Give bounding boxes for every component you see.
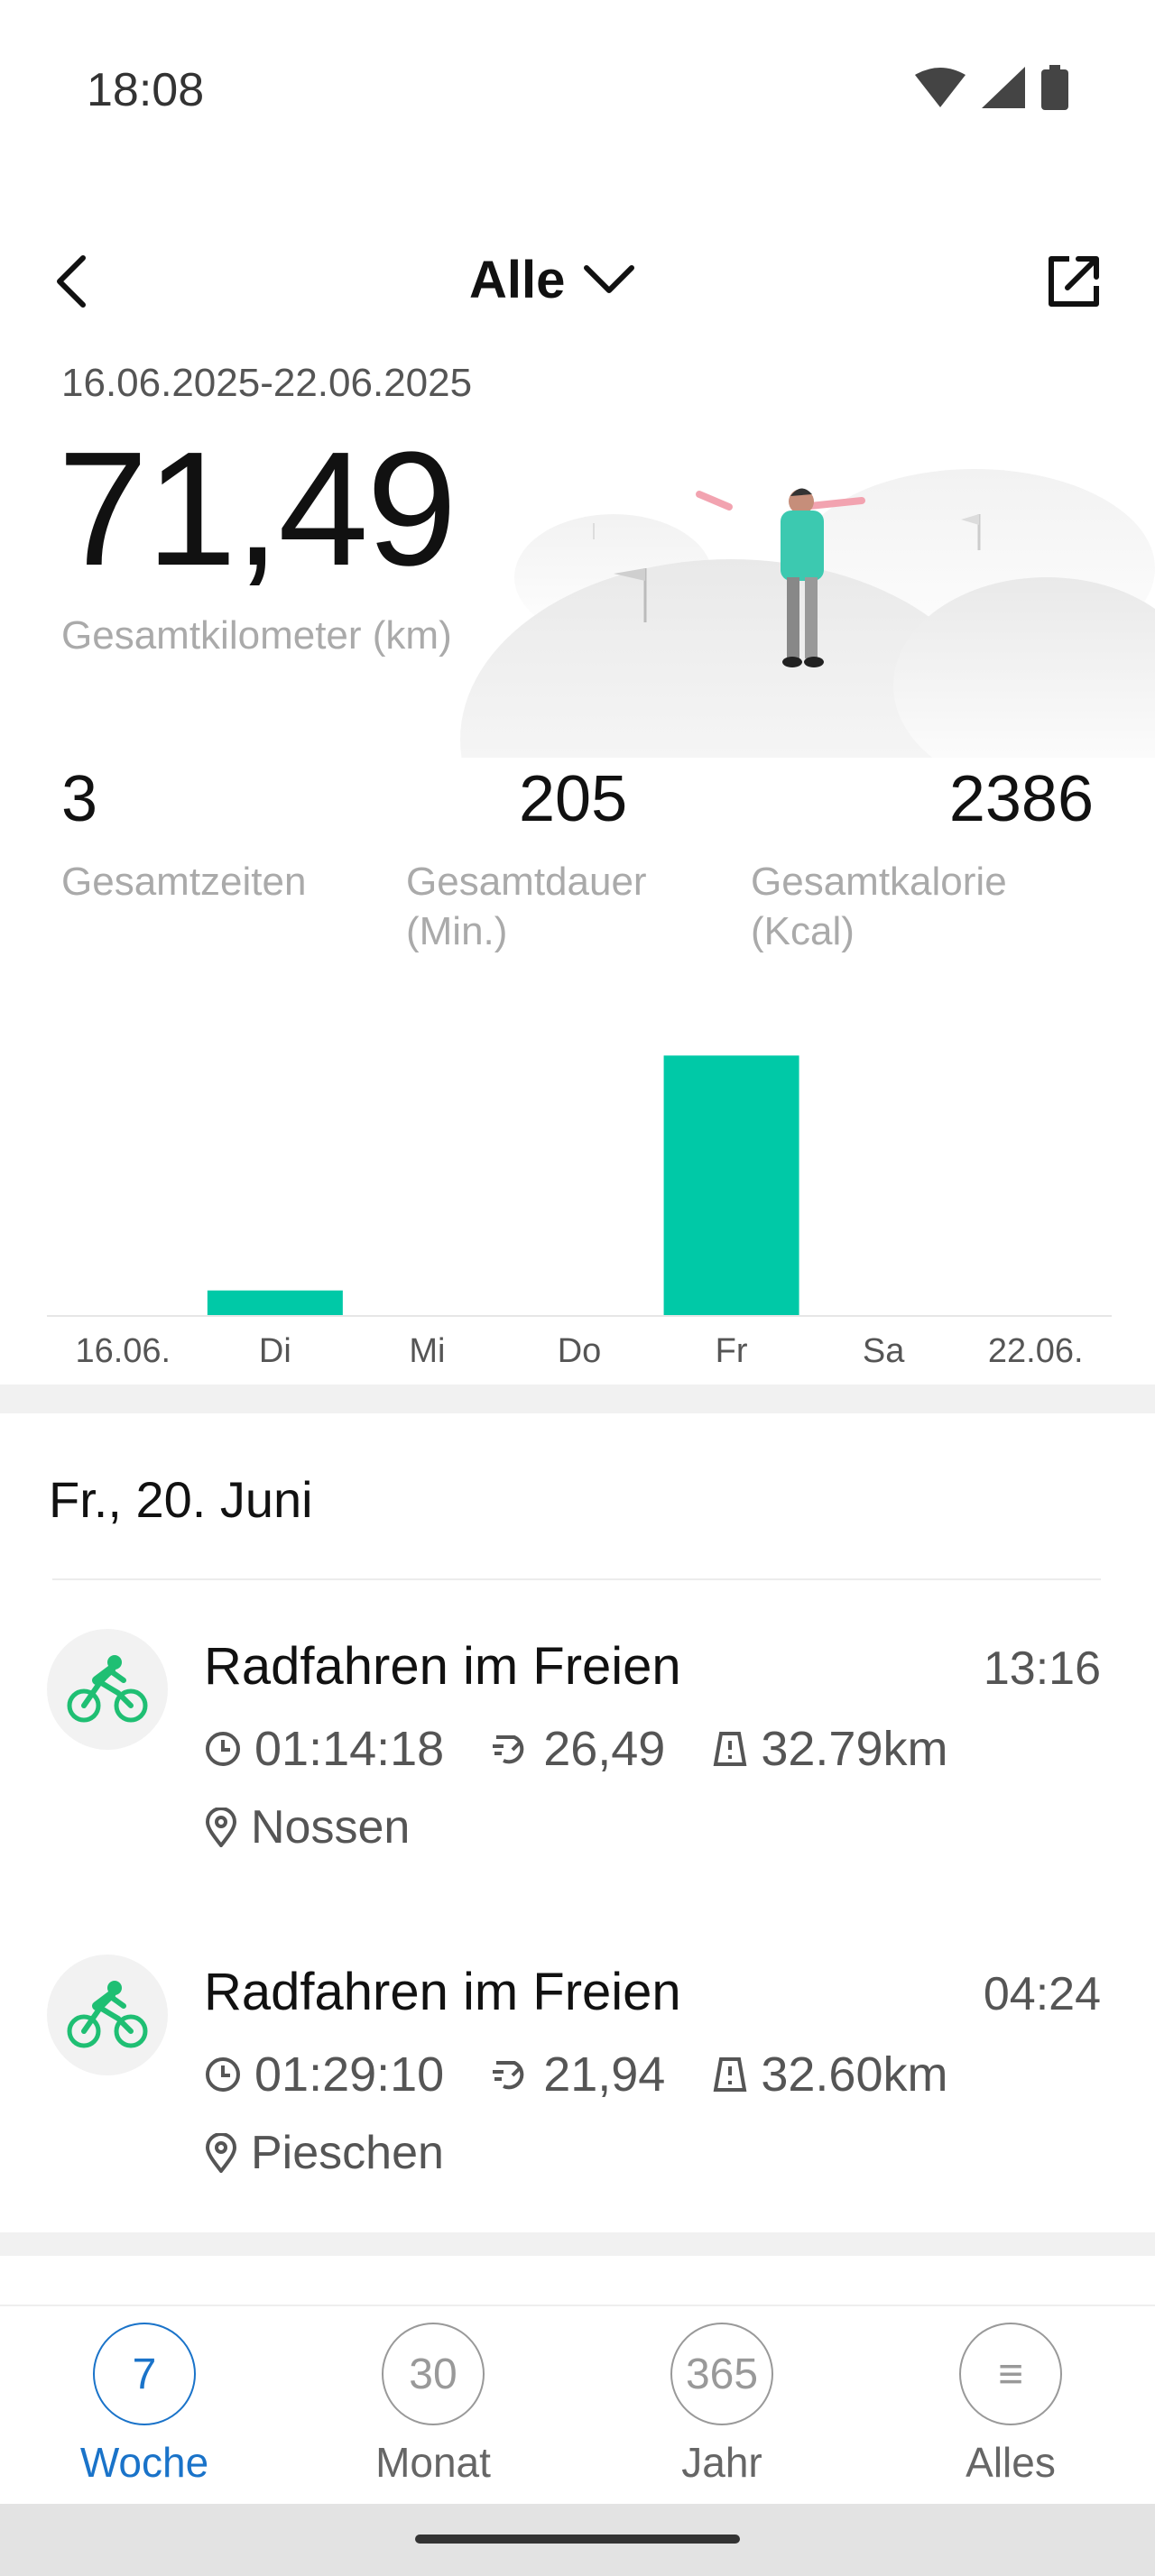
clock-icon: [206, 1732, 240, 1766]
activity-title: Radfahren im Freien: [204, 1963, 681, 2021]
stat-count: 3 Gesamtzeiten: [61, 767, 386, 906]
stat-calories: 2386 Gesamtkalorie (Kcal): [751, 767, 1094, 956]
filter-dropdown[interactable]: Alle: [469, 244, 635, 316]
speed-icon: [493, 2061, 524, 2090]
activity-metrics: 01:14:18 26,49 32.79km: [204, 1721, 994, 1777]
chevron-down-icon: [584, 265, 635, 293]
stat-count-label: Gesamtzeiten: [61, 860, 307, 904]
stat-duration-label: Gesamtdauer (Min.): [406, 860, 647, 953]
distance-metric: 32.60km: [712, 2047, 947, 2102]
bike-icon: [47, 1955, 168, 2075]
chart-svg: 16.06. Di Mi Do Fr Sa 22.06.: [47, 1055, 1112, 1370]
stat-calories-value: 2386: [948, 763, 1094, 835]
activity-distance: 32.60km: [761, 2047, 948, 2102]
signal-icon: [982, 67, 1025, 108]
activity-location-text: Nossen: [251, 1801, 411, 1854]
wifi-icon: [915, 68, 966, 107]
distance-metric: 32.79km: [712, 1721, 947, 1777]
nav-tab-month[interactable]: 30 Monat: [325, 2323, 541, 2487]
section-divider: [0, 1385, 1155, 1413]
total-distance-label: Gesamtkilometer (km): [61, 613, 452, 658]
x-tick-label: Mi: [409, 1332, 445, 1370]
top-bar: Alle: [0, 225, 1155, 334]
stats-row: 3 Gesamtzeiten 205 Gesamtdauer (Min.) 23…: [61, 767, 1094, 965]
date-range: 16.06.2025-22.06.2025: [61, 361, 473, 405]
gesture-bar: [0, 2504, 1155, 2576]
chart-bar-1[interactable]: [207, 1290, 343, 1315]
activity-duration: 01:29:10: [254, 2047, 445, 2102]
activity-time: 04:24: [983, 1968, 1101, 2020]
x-tick-label: Do: [558, 1332, 602, 1370]
nav-tab-week-label: Woche: [79, 2439, 209, 2486]
status-icons: [915, 65, 1068, 110]
activity-time: 13:16: [983, 1642, 1101, 1695]
activity-title: Radfahren im Freien: [204, 1637, 681, 1696]
home-indicator[interactable]: [415, 2535, 740, 2544]
mountain-illustration: [460, 469, 1155, 758]
bike-icon: [47, 1629, 168, 1750]
year-icon: 365: [670, 2323, 773, 2425]
status-time: 18:08: [87, 64, 205, 116]
x-tick-label: Sa: [863, 1332, 905, 1370]
nav-tab-all[interactable]: ≡ Alles: [902, 2323, 1119, 2487]
filter-label: Alle: [469, 250, 566, 309]
month-icon: 30: [382, 2323, 485, 2425]
nav-tab-all-label: Alles: [966, 2439, 1056, 2486]
chart-bar-4[interactable]: [663, 1055, 799, 1315]
duration-metric: 01:14:18: [204, 1721, 444, 1777]
section-separator: [52, 1578, 1101, 1580]
activity-location: Nossen: [204, 1800, 410, 1854]
nav-tab-year[interactable]: 365 Jahr: [614, 2323, 830, 2487]
nav-tab-month-label: Monat: [375, 2439, 491, 2486]
speed-icon: [493, 1735, 524, 1764]
stat-duration: 205 Gesamtdauer (Min.): [406, 767, 731, 956]
weekly-bar-chart[interactable]: 16.06. Di Mi Do Fr Sa 22.06.: [47, 1019, 1112, 1380]
share-button[interactable]: [1038, 245, 1110, 317]
activity-speed: 26,49: [543, 1722, 666, 1776]
activity-speed: 21,94: [543, 2047, 666, 2102]
x-tick-label: 16.06.: [75, 1332, 171, 1370]
clock-icon: [206, 2057, 240, 2092]
back-button[interactable]: [36, 245, 108, 317]
stat-calories-label: Gesamtkalorie (Kcal): [751, 860, 1007, 953]
section-divider: [0, 2232, 1155, 2256]
location-pin-icon: [205, 2133, 237, 2173]
battery-icon: [1041, 65, 1068, 110]
activity-location-text: Pieschen: [251, 2127, 444, 2179]
x-tick-label: 22.06.: [988, 1332, 1084, 1370]
activity-duration: 01:14:18: [254, 1722, 445, 1776]
stat-count-value: 3: [61, 763, 98, 835]
nav-tab-year-label: Jahr: [681, 2439, 762, 2486]
nav-tab-week[interactable]: 7 Woche: [36, 2323, 253, 2487]
stat-duration-value: 205: [519, 763, 628, 835]
back-arrow-icon: [57, 255, 86, 308]
activity-metrics: 01:29:10 21,94 32.60km: [204, 2047, 994, 2102]
x-tick-label: Di: [259, 1332, 291, 1370]
activity-location: Pieschen: [204, 2126, 444, 2180]
x-tick-label: Fr: [716, 1332, 748, 1370]
activity-item[interactable]: Radfahren im Freien 04:24 01:29:10 21,94…: [0, 1955, 1155, 2225]
menu-icon: ≡: [959, 2323, 1062, 2425]
distance-icon: [713, 1732, 747, 1766]
activity-item[interactable]: Radfahren im Freien 13:16 01:14:18 26,49…: [0, 1629, 1155, 1900]
total-distance-value: 71,49: [58, 419, 457, 600]
distance-icon: [713, 2057, 747, 2092]
speed-metric: 26,49: [491, 1721, 665, 1777]
status-bar: 18:08: [0, 0, 1155, 180]
duration-metric: 01:29:10: [204, 2047, 444, 2102]
location-pin-icon: [205, 1808, 237, 1847]
section-date-heading: Fr., 20. Juni: [49, 1471, 313, 1528]
week-icon: 7: [93, 2323, 196, 2425]
speed-metric: 21,94: [491, 2047, 665, 2102]
activity-distance: 32.79km: [761, 1722, 948, 1776]
bottom-navigation: 7 Woche 30 Monat 365 Jahr ≡ Alles: [0, 2305, 1155, 2503]
share-icon: [1049, 256, 1099, 307]
